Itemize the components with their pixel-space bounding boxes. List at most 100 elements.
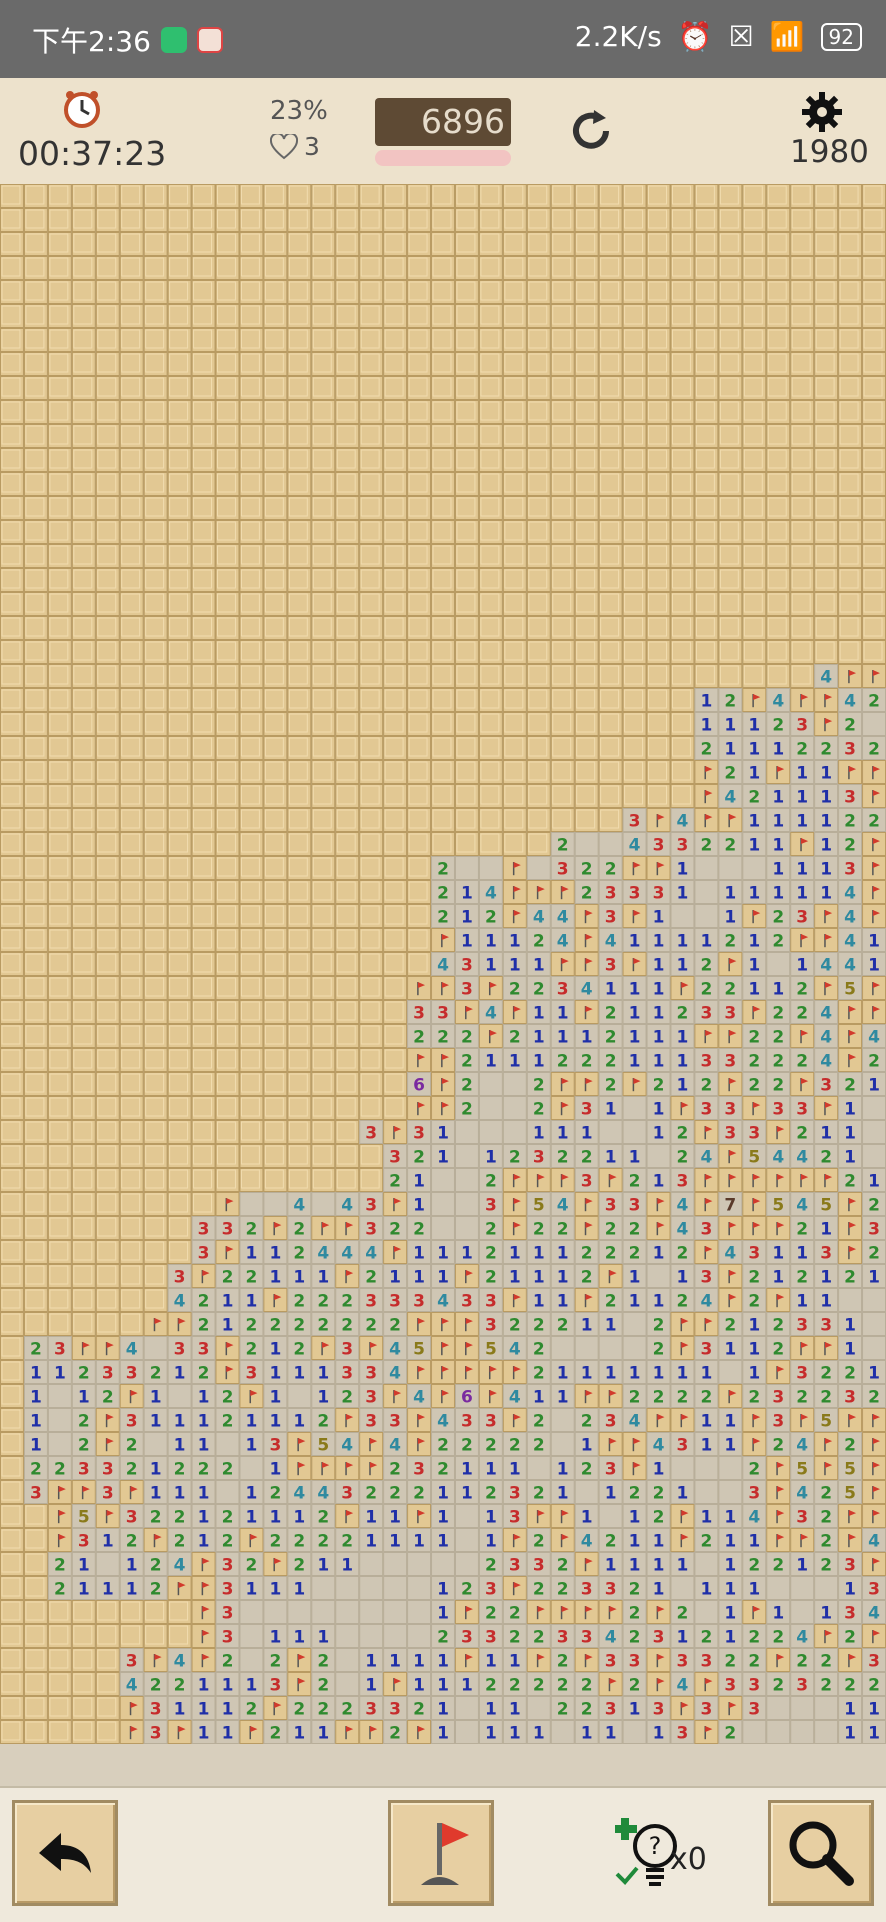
flagged-tile[interactable] [646,1192,671,1216]
flagged-tile[interactable] [502,1576,527,1600]
flagged-tile[interactable] [574,1000,599,1024]
flagged-tile[interactable] [239,1528,264,1552]
flagged-tile[interactable] [742,1192,767,1216]
flagged-tile[interactable] [838,664,863,688]
flagged-tile[interactable] [790,1072,815,1096]
flagged-tile[interactable] [766,1648,791,1672]
flagged-tile[interactable] [263,1552,288,1576]
flagged-tile[interactable] [814,712,839,736]
empty-cell[interactable] [622,1096,647,1120]
empty-cell[interactable] [454,1144,479,1168]
flagged-tile[interactable] [454,1360,479,1384]
flagged-tile[interactable] [598,1600,623,1624]
flagged-tile[interactable] [239,1720,264,1744]
empty-cell[interactable] [598,1120,623,1144]
empty-cell[interactable] [359,1576,384,1600]
flagged-tile[interactable] [766,1360,791,1384]
flagged-tile[interactable] [838,1408,863,1432]
flagged-tile[interactable] [862,1552,886,1576]
flagged-tile[interactable] [766,1528,791,1552]
flagged-tile[interactable] [215,1192,240,1216]
flagged-tile[interactable] [742,1168,767,1192]
flagged-tile[interactable] [574,1384,599,1408]
flagged-tile[interactable] [454,1000,479,1024]
flagged-tile[interactable] [383,1240,408,1264]
flagged-tile[interactable] [95,1504,120,1528]
empty-cell[interactable] [383,1600,408,1624]
flagged-tile[interactable] [143,1648,168,1672]
empty-cell[interactable] [454,1168,479,1192]
empty-cell[interactable] [263,1600,288,1624]
flagged-tile[interactable] [790,1168,815,1192]
empty-cell[interactable] [694,1456,719,1480]
flagged-tile[interactable] [526,1600,551,1624]
undo-button[interactable] [12,1800,118,1906]
empty-cell[interactable] [694,1480,719,1504]
flagged-tile[interactable] [454,1648,479,1672]
empty-cell[interactable] [239,1192,264,1216]
flag-mode-button[interactable] [388,1800,494,1906]
flagged-tile[interactable] [694,760,719,784]
flagged-tile[interactable] [838,1504,863,1528]
flagged-tile[interactable] [814,976,839,1000]
flagged-tile[interactable] [742,1216,767,1240]
flagged-tile[interactable] [335,1504,360,1528]
flagged-tile[interactable] [670,1096,695,1120]
empty-cell[interactable] [598,1336,623,1360]
flagged-tile[interactable] [790,928,815,952]
flagged-tile[interactable] [694,808,719,832]
flagged-tile[interactable] [742,1408,767,1432]
flagged-tile[interactable] [742,688,767,712]
flagged-tile[interactable] [718,1144,743,1168]
flagged-tile[interactable] [359,1432,384,1456]
flagged-tile[interactable] [862,1456,886,1480]
empty-cell[interactable] [862,1288,886,1312]
empty-cell[interactable] [790,1720,815,1744]
flagged-tile[interactable] [335,1456,360,1480]
flagged-tile[interactable] [407,1408,432,1432]
flagged-tile[interactable] [838,1240,863,1264]
empty-cell[interactable] [311,1576,336,1600]
gear-icon[interactable] [800,90,844,134]
flagged-tile[interactable] [694,784,719,808]
flagged-tile[interactable] [574,952,599,976]
flagged-tile[interactable] [574,928,599,952]
empty-cell[interactable] [239,1648,264,1672]
flagged-tile[interactable] [622,1456,647,1480]
flagged-tile[interactable] [670,1504,695,1528]
flagged-tile[interactable] [862,976,886,1000]
empty-cell[interactable] [862,712,886,736]
flagged-tile[interactable] [167,1312,192,1336]
flagged-tile[interactable] [550,1168,575,1192]
flagged-tile[interactable] [287,1648,312,1672]
flagged-tile[interactable] [790,832,815,856]
empty-cell[interactable] [718,1456,743,1480]
empty-cell[interactable] [502,1096,527,1120]
flagged-tile[interactable] [383,1120,408,1144]
flagged-tile[interactable] [670,1408,695,1432]
empty-cell[interactable] [263,1192,288,1216]
flagged-tile[interactable] [694,1312,719,1336]
flagged-tile[interactable] [502,1000,527,1024]
flagged-tile[interactable] [814,688,839,712]
empty-cell[interactable] [287,1384,312,1408]
empty-cell[interactable] [814,1696,839,1720]
empty-cell[interactable] [454,856,479,880]
flagged-tile[interactable] [191,1552,216,1576]
flagged-tile[interactable] [47,1504,72,1528]
flagged-tile[interactable] [502,1192,527,1216]
flagged-tile[interactable] [838,760,863,784]
empty-cell[interactable] [143,1432,168,1456]
flagged-tile[interactable] [766,1216,791,1240]
empty-cell[interactable] [454,1504,479,1528]
flagged-tile[interactable] [862,1624,886,1648]
empty-cell[interactable] [383,1552,408,1576]
empty-cell[interactable] [431,1552,455,1576]
empty-cell[interactable] [454,1552,479,1576]
flagged-tile[interactable] [71,1336,96,1360]
flagged-tile[interactable] [478,1384,503,1408]
flagged-tile[interactable] [383,1192,408,1216]
flagged-tile[interactable] [335,1216,360,1240]
flagged-tile[interactable] [550,1096,575,1120]
flagged-tile[interactable] [502,1360,527,1384]
